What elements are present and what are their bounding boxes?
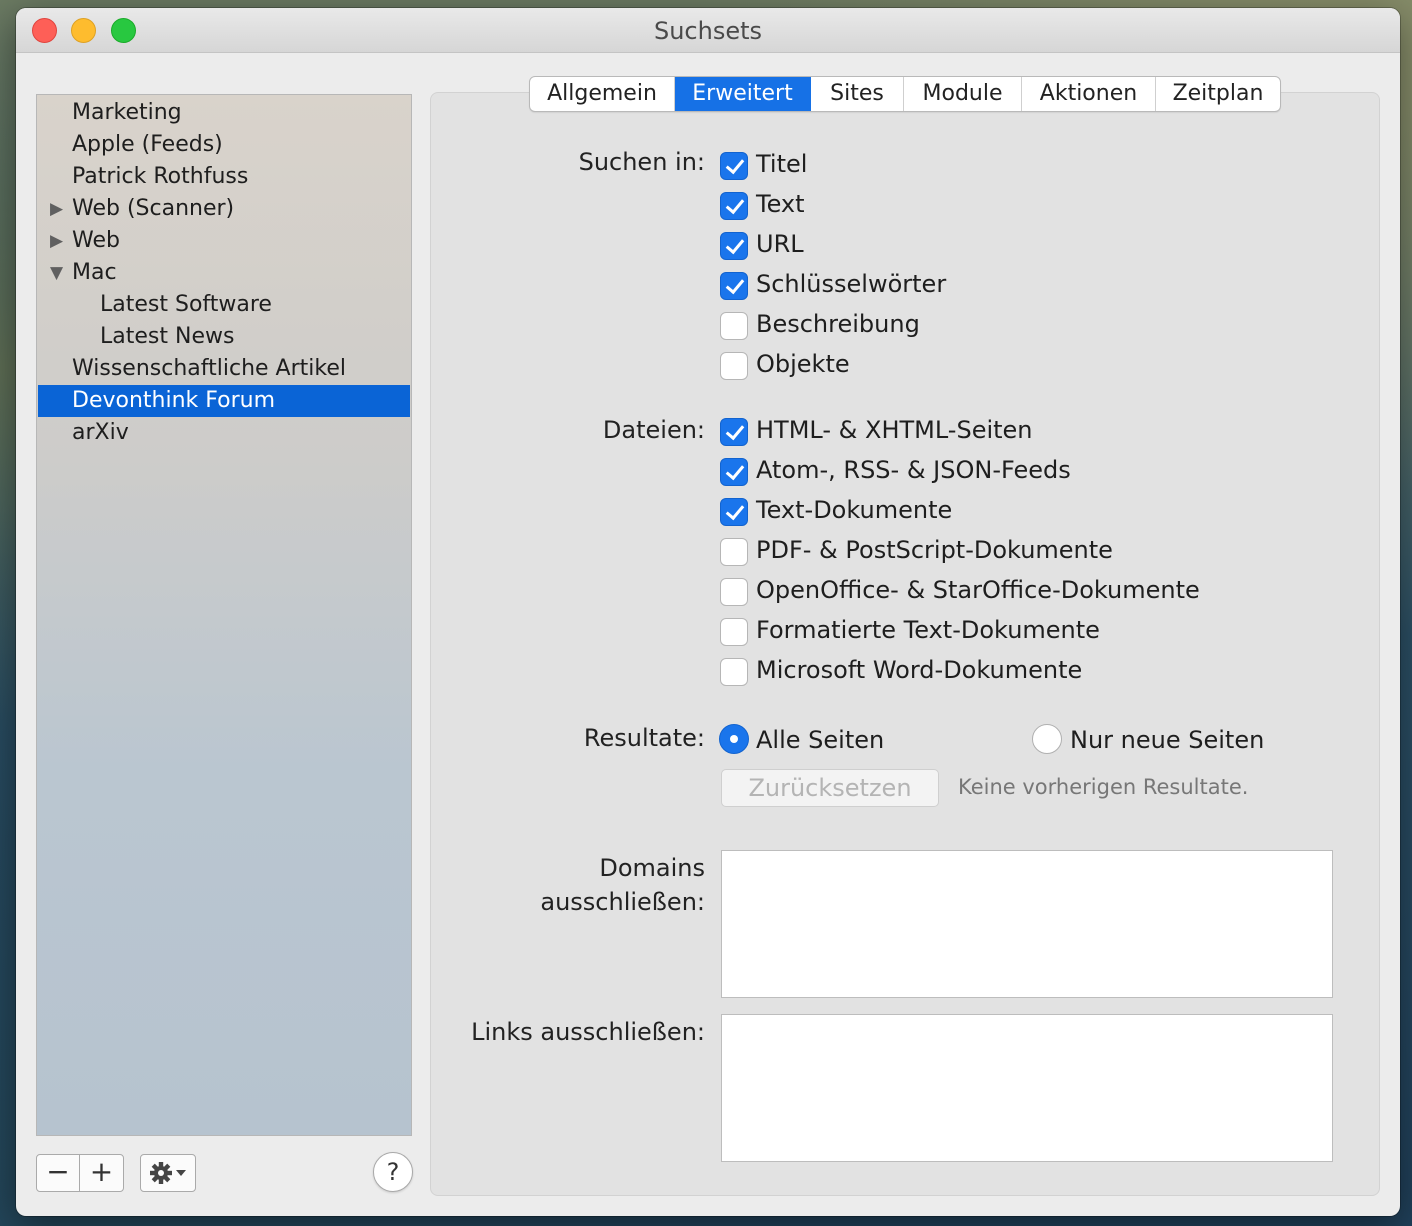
exclude-links-textarea[interactable]: [721, 1014, 1333, 1162]
exclude-domains-label-line1: Domains: [599, 854, 705, 882]
file-type-option-label[interactable]: OpenOffice- & StarOffice-Dokumente: [756, 576, 1200, 604]
search-in-label: Suchen in:: [578, 148, 705, 176]
results-label: Resultate:: [583, 724, 705, 752]
exclude-domains-textarea[interactable]: [721, 850, 1333, 998]
search-in-checkbox[interactable]: [720, 192, 748, 220]
disclosure-collapsed-icon[interactable]: ▶: [50, 193, 63, 225]
search-in-option-label[interactable]: URL: [756, 230, 804, 258]
file-type-checkbox[interactable]: [720, 458, 748, 486]
search-in-option-label[interactable]: Text: [756, 190, 805, 218]
tab-zeitplan[interactable]: Zeitplan: [1156, 77, 1280, 111]
tab-erweitert[interactable]: Erweitert: [675, 77, 811, 111]
radio-new-pages[interactable]: [1032, 724, 1062, 754]
sidebar-item[interactable]: ▶ Web: [38, 225, 410, 257]
files-label: Dateien:: [602, 416, 705, 444]
radio-all-pages[interactable]: [719, 724, 749, 754]
file-type-option-label[interactable]: Text-Dokumente: [756, 496, 952, 524]
title-bar[interactable]: Suchsets: [16, 8, 1400, 53]
sidebar-item[interactable]: Wissenschaftliche Artikel: [38, 353, 410, 385]
tab-sites[interactable]: Sites: [811, 77, 904, 111]
radio-all-pages-label[interactable]: Alle Seiten: [756, 726, 884, 754]
sidebar-item[interactable]: Latest News: [38, 321, 410, 353]
sidebar-item[interactable]: Apple (Feeds): [38, 129, 410, 161]
file-type-option-label[interactable]: Formatierte Text-Dokumente: [756, 616, 1100, 644]
searchset-list[interactable]: Marketing Apple (Feeds) Patrick Rothfuss ▶ W…: [36, 94, 412, 1136]
suchsets-window: Suchsets Marketing Apple (Feeds) Patrick R…: [16, 8, 1400, 1216]
disclosure-collapsed-icon[interactable]: ▶: [50, 225, 63, 257]
search-in-checkbox[interactable]: [720, 232, 748, 260]
search-in-checkbox[interactable]: [720, 152, 748, 180]
search-in-option-label[interactable]: Objekte: [756, 350, 850, 378]
file-type-checkbox[interactable]: [720, 578, 748, 606]
gear-icon: [150, 1162, 186, 1184]
sidebar-item-label: Apple (Feeds): [72, 132, 223, 157]
sidebar-item[interactable]: Patrick Rothfuss: [38, 161, 410, 193]
sidebar-item-label: Patrick Rothfuss: [72, 164, 249, 189]
add-button[interactable]: +: [79, 1154, 124, 1192]
sidebar-item-label: Web: [72, 228, 120, 253]
file-type-checkbox[interactable]: [720, 658, 748, 686]
tab-bar: Allgemein Erweitert Sites Module Aktionen Zei…: [529, 76, 1281, 112]
file-type-option-label[interactable]: Microsoft Word-Dokumente: [756, 656, 1082, 684]
sidebar-item-label: Marketing: [72, 100, 182, 125]
sidebar-item[interactable]: Latest Software: [38, 289, 410, 321]
exclude-links-label: Links ausschließen:: [471, 1018, 705, 1046]
sidebar-item[interactable]: Marketing: [38, 97, 410, 129]
search-in-option-label[interactable]: Schlüsselwörter: [756, 270, 946, 298]
search-in-checkbox[interactable]: [720, 272, 748, 300]
file-type-checkbox[interactable]: [720, 418, 748, 446]
reset-button[interactable]: Zurücksetzen: [721, 769, 939, 807]
sidebar-item[interactable]: arXiv: [38, 417, 410, 449]
sidebar-item[interactable]: ▼ Mac: [38, 257, 410, 289]
sidebar-item-label: Mac: [72, 260, 117, 285]
sidebar-item-label: Wissenschaftliche Artikel: [72, 356, 346, 381]
sidebar-item-label: Web (Scanner): [72, 196, 235, 221]
results-hint: Keine vorherigen Resultate.: [958, 775, 1249, 799]
sidebar-item-label: Latest Software: [100, 292, 272, 317]
window-title: Suchsets: [653, 17, 763, 45]
sidebar-item-label: arXiv: [72, 420, 129, 445]
sidebar-item[interactable]: Devonthink Forum: [38, 385, 410, 417]
file-type-checkbox[interactable]: [720, 538, 748, 566]
tab-aktionen[interactable]: Aktionen: [1022, 77, 1156, 111]
sidebar-item[interactable]: ▶ Web (Scanner): [38, 193, 410, 225]
search-in-checkbox[interactable]: [720, 352, 748, 380]
tab-module[interactable]: Module: [904, 77, 1022, 111]
search-in-checkbox[interactable]: [720, 312, 748, 340]
remove-button[interactable]: −: [36, 1154, 80, 1192]
tab-allgemein[interactable]: Allgemein: [530, 77, 675, 111]
sidebar-item-label: Latest News: [100, 324, 235, 349]
file-type-option-label[interactable]: HTML- & XHTML-Seiten: [756, 416, 1033, 444]
search-in-option-label[interactable]: Titel: [756, 150, 807, 178]
disclosure-expanded-icon[interactable]: ▼: [50, 257, 63, 289]
help-button[interactable]: ?: [373, 1152, 413, 1192]
search-in-option-label[interactable]: Beschreibung: [756, 310, 920, 338]
file-type-option-label[interactable]: Atom-, RSS- & JSON-Feeds: [756, 456, 1071, 484]
file-type-checkbox[interactable]: [720, 618, 748, 646]
radio-new-pages-label[interactable]: Nur neue Seiten: [1070, 726, 1264, 754]
actions-menu-button[interactable]: [140, 1154, 196, 1192]
exclude-domains-label-line2: ausschließen:: [540, 888, 705, 916]
file-type-checkbox[interactable]: [720, 498, 748, 526]
sidebar-item-label: Devonthink Forum: [72, 388, 276, 413]
file-type-option-label[interactable]: PDF- & PostScript-Dokumente: [756, 536, 1113, 564]
